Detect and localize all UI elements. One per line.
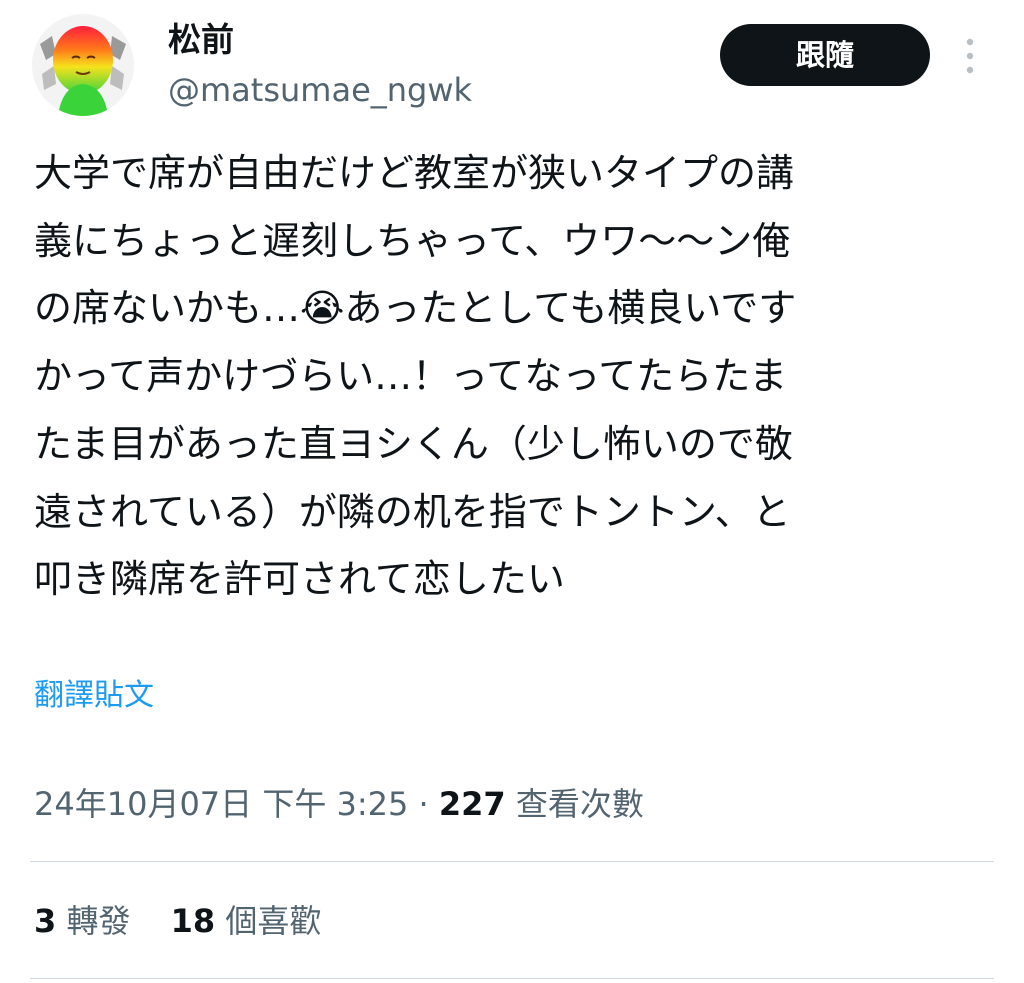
- likes-stat[interactable]: 18 個喜歡: [171, 896, 322, 946]
- tweet-text: 大学で席が自由だけど教室が狭いタイプの講 義にちょっと遅刻しちゃって、ウワ〜〜ン…: [34, 151, 797, 602]
- retweets-stat[interactable]: 3 轉發: [34, 896, 130, 946]
- meta-separator: ·: [418, 785, 429, 823]
- likes-count: 18: [170, 902, 216, 940]
- tweet-meta: 24年10月07日 下午 3:25 · 227 查看次數: [34, 780, 644, 828]
- retweets-label: 轉發: [66, 902, 131, 940]
- display-name[interactable]: 松前: [168, 18, 234, 62]
- divider: [30, 861, 994, 862]
- avatar-icon: [32, 14, 134, 116]
- avatar[interactable]: [32, 14, 134, 116]
- retweets-count: 3: [34, 902, 57, 940]
- more-options-button[interactable]: [955, 34, 985, 78]
- divider: [30, 978, 994, 979]
- tweet-stats: 3 轉發 18 個喜歡: [34, 896, 351, 946]
- more-vertical-icon: [966, 38, 974, 74]
- views-label: 查看次數: [515, 785, 644, 823]
- user-handle[interactable]: @matsumae_ngwk: [168, 68, 472, 112]
- likes-label: 個喜歡: [225, 902, 322, 940]
- timestamp[interactable]: 24年10月07日 下午 3:25: [34, 785, 408, 823]
- views-count: 227: [438, 785, 506, 823]
- follow-button[interactable]: 跟隨: [720, 24, 930, 86]
- translate-post-link[interactable]: 翻譯貼文: [34, 674, 154, 718]
- tweet-header: 松前 @matsumae_ngwk 跟隨: [0, 0, 1024, 130]
